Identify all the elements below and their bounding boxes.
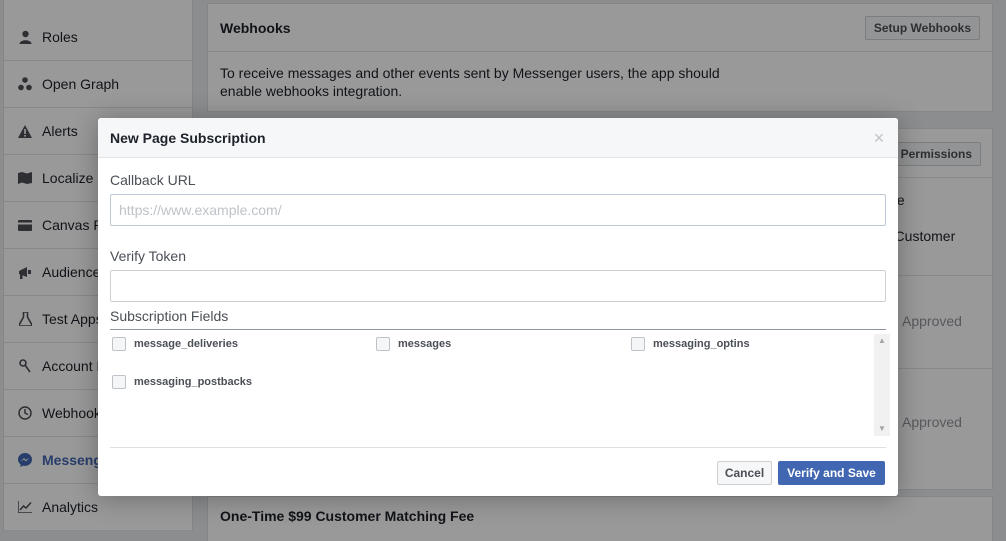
dialog-header: New Page Subscription × <box>98 118 898 158</box>
scroll-up-icon[interactable]: ▲ <box>874 334 890 348</box>
cancel-button[interactable]: Cancel <box>717 461 772 485</box>
field-messaging-postbacks[interactable]: messaging_postbacks <box>112 375 252 389</box>
checkbox[interactable] <box>112 375 126 389</box>
verify-and-save-button[interactable]: Verify and Save <box>778 461 885 485</box>
divider <box>110 329 886 330</box>
callback-url-input[interactable] <box>110 194 886 226</box>
dialog-title: New Page Subscription <box>110 129 266 146</box>
scrollbar[interactable]: ▲ ▼ <box>874 334 890 436</box>
verify-token-input[interactable] <box>110 270 886 302</box>
field-messaging-optins[interactable]: messaging_optins <box>631 337 750 351</box>
divider <box>110 447 886 448</box>
checkbox[interactable] <box>376 337 390 351</box>
field-label: message_deliveries <box>134 338 238 350</box>
scroll-down-icon[interactable]: ▼ <box>874 422 890 436</box>
new-page-subscription-dialog: New Page Subscription × Callback URL Ver… <box>98 118 898 496</box>
field-label: messaging_optins <box>653 338 750 350</box>
checkbox[interactable] <box>631 337 645 351</box>
field-messages[interactable]: messages <box>376 337 451 351</box>
field-message-deliveries[interactable]: message_deliveries <box>112 337 238 351</box>
callback-url-label: Callback URL <box>110 172 196 188</box>
close-icon[interactable]: × <box>872 129 886 147</box>
subscription-fields-list: message_deliveries messages messaging_op… <box>110 334 890 436</box>
subscription-fields-label: Subscription Fields <box>110 308 229 324</box>
field-label: messages <box>398 338 452 350</box>
checkbox[interactable] <box>112 337 126 351</box>
field-label: messaging_postbacks <box>134 376 252 388</box>
subscription-fields-grid: message_deliveries messages messaging_op… <box>110 334 874 436</box>
verify-token-label: Verify Token <box>110 248 187 264</box>
